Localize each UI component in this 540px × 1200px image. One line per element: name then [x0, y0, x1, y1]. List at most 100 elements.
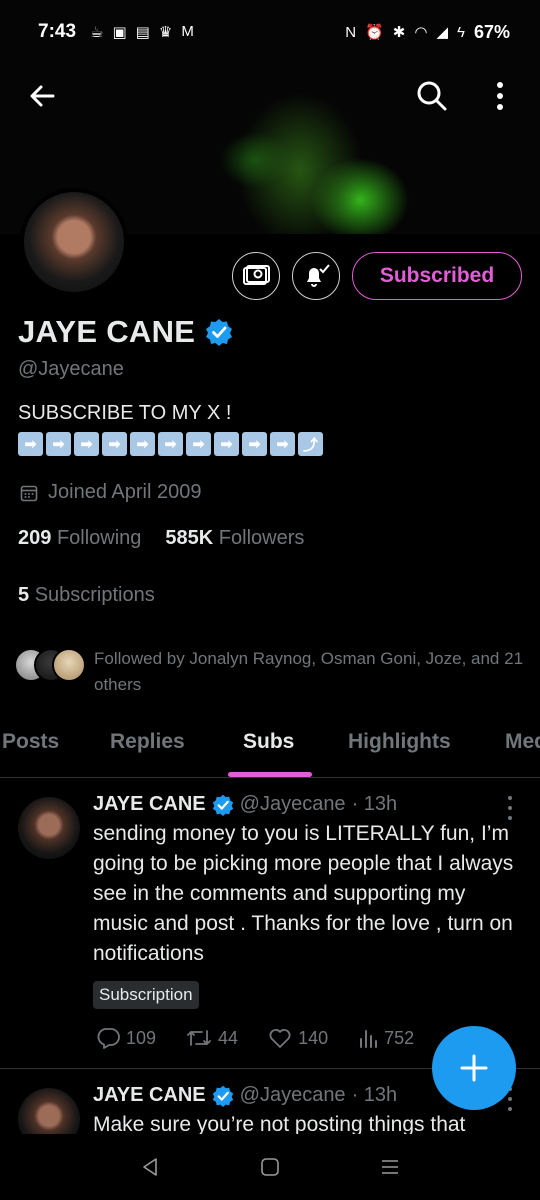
subscription-badge: Subscription	[93, 981, 199, 1009]
app-icon: ☕	[90, 24, 104, 41]
notifications-button[interactable]	[292, 252, 340, 300]
tab-replies[interactable]: Replies	[110, 730, 185, 754]
nav-recents-icon[interactable]	[379, 1156, 401, 1178]
compose-post-button[interactable]	[432, 1026, 516, 1110]
followers-label: Followers	[218, 527, 305, 549]
repost-icon	[187, 1030, 211, 1046]
profile-handle: @Jayecane	[18, 358, 124, 380]
plus-icon	[460, 1054, 488, 1082]
charging-icon: ϟ	[457, 23, 465, 41]
money-icon	[243, 265, 270, 285]
post-actions: 109 44 140 752	[96, 1027, 444, 1049]
like-button[interactable]: 140	[268, 1027, 328, 1049]
post-text: sending money to you is LITERALLY fun, I…	[93, 822, 514, 965]
right-arrow-icon: ➡	[214, 432, 239, 456]
right-arrow-icon: ➡	[186, 432, 211, 456]
crown-icon: ♛	[158, 24, 173, 41]
subscriptions-count: 5	[18, 584, 30, 606]
verified-badge-icon	[212, 794, 233, 816]
status-bar: 7:43 ☕ ▣ ▤ ♛ M N ⏰ ✱ ◠ ◢ ϟ 67%	[0, 0, 540, 64]
following-link[interactable]: 209 Following	[18, 527, 141, 550]
bio-emoji-arrows: ➡ ➡ ➡ ➡ ➡ ➡ ➡ ➡ ➡ ➡ ⤴	[18, 432, 323, 456]
verified-badge-icon	[206, 319, 233, 346]
right-arrow-icon: ➡	[130, 432, 155, 456]
post-text: Make sure you’re not posting things that	[93, 1113, 466, 1134]
followers-link[interactable]: 585K Followers	[165, 527, 304, 550]
right-arrow-icon: ➡	[270, 432, 295, 456]
like-count: 140	[298, 1027, 329, 1048]
heart-icon	[269, 1029, 291, 1048]
following-label: Following	[56, 527, 142, 549]
back-arrow-icon	[30, 85, 55, 107]
subscriptions-label: Subscriptions	[34, 584, 155, 606]
post-avatar[interactable]	[18, 797, 80, 859]
search-icon	[417, 81, 447, 111]
follower-avatars	[14, 646, 86, 684]
post-author-handle: @Jayecane	[239, 793, 346, 815]
up-arrow-icon: ⤴	[298, 432, 323, 456]
subscriptions-link[interactable]: 5 Subscriptions	[18, 584, 155, 607]
joined-date: Joined April 2009	[48, 481, 202, 503]
active-tab-indicator	[228, 772, 312, 777]
right-arrow-icon: ➡	[102, 432, 127, 456]
subscribed-button[interactable]: Subscribed	[352, 252, 522, 300]
more-vertical-icon	[497, 82, 503, 110]
followers-count: 585K	[165, 527, 214, 549]
followed-by-text: Followed by Jonalyn Raynog, Osman Goni, …	[94, 649, 524, 694]
follow-stats: 209 Following 585K Followers	[18, 527, 304, 550]
tab-posts[interactable]: Posts	[2, 730, 59, 754]
post-item[interactable]: JAYE CANE @Jayecane · 13h sending money …	[0, 779, 540, 1069]
post-author-name: JAYE CANE	[93, 793, 206, 815]
views-button[interactable]: 752	[358, 1027, 414, 1049]
more-options-button[interactable]	[480, 76, 520, 116]
search-button[interactable]	[412, 76, 452, 116]
profile-name-row: JAYE CANE	[18, 314, 233, 350]
views-count: 752	[384, 1027, 415, 1048]
profile-avatar[interactable]	[20, 188, 128, 296]
bell-check-icon	[307, 264, 330, 287]
signal-icon: ◢	[436, 24, 449, 41]
bluetooth-icon: ✱	[392, 24, 406, 41]
alarm-icon: ⏰	[365, 24, 384, 41]
verified-badge-icon	[212, 1085, 233, 1107]
post-header: JAYE CANE @Jayecane · 13h	[93, 793, 397, 816]
right-arrow-icon: ➡	[18, 432, 43, 456]
post-time: · 13h	[351, 793, 398, 815]
repost-button[interactable]: 44	[186, 1027, 238, 1049]
avatar	[52, 648, 86, 682]
right-arrow-icon: ➡	[242, 432, 267, 456]
back-button[interactable]	[22, 76, 62, 116]
app-icon: ▣	[112, 24, 127, 41]
reply-icon	[97, 1028, 120, 1049]
gmail-icon: M	[181, 23, 194, 40]
profile-bio: SUBSCRIBE TO MY X !	[18, 402, 232, 424]
system-icons: N ⏰ ✱ ◠ ◢ ϟ 67%	[345, 22, 510, 43]
post-time: · 13h	[351, 1084, 398, 1106]
tab-media[interactable]: Media	[505, 730, 540, 754]
profile-name: JAYE CANE	[18, 314, 196, 349]
nav-back-icon[interactable]	[139, 1156, 161, 1178]
right-arrow-icon: ➡	[74, 432, 99, 456]
repost-count: 44	[218, 1027, 239, 1048]
nfc-icon: N	[345, 23, 357, 41]
tab-highlights[interactable]: Highlights	[348, 730, 451, 754]
app-icon: ▤	[135, 24, 150, 41]
following-count: 209	[18, 527, 52, 549]
notification-icons: ☕ ▣ ▤ ♛ M	[90, 23, 194, 41]
post-avatar[interactable]	[18, 1088, 80, 1134]
reply-button[interactable]: 109	[96, 1027, 156, 1049]
post-author-handle: @Jayecane	[239, 1084, 346, 1106]
followed-by-row[interactable]: Followed by Jonalyn Raynog, Osman Goni, …	[14, 646, 534, 698]
tab-subs[interactable]: Subs	[243, 730, 294, 754]
reply-count: 109	[126, 1027, 157, 1048]
status-time: 7:43	[38, 21, 77, 42]
profile-tabs: Posts Replies Subs Highlights Media	[0, 718, 540, 778]
post-header: JAYE CANE @Jayecane · 13h	[93, 1084, 397, 1107]
system-nav-bar	[0, 1134, 540, 1200]
right-arrow-icon: ➡	[158, 432, 183, 456]
calendar-icon	[20, 485, 38, 501]
nav-home-icon[interactable]	[259, 1156, 281, 1178]
views-chart-icon	[360, 1030, 378, 1048]
tip-button[interactable]	[232, 252, 280, 300]
post-more-button[interactable]	[502, 796, 518, 820]
